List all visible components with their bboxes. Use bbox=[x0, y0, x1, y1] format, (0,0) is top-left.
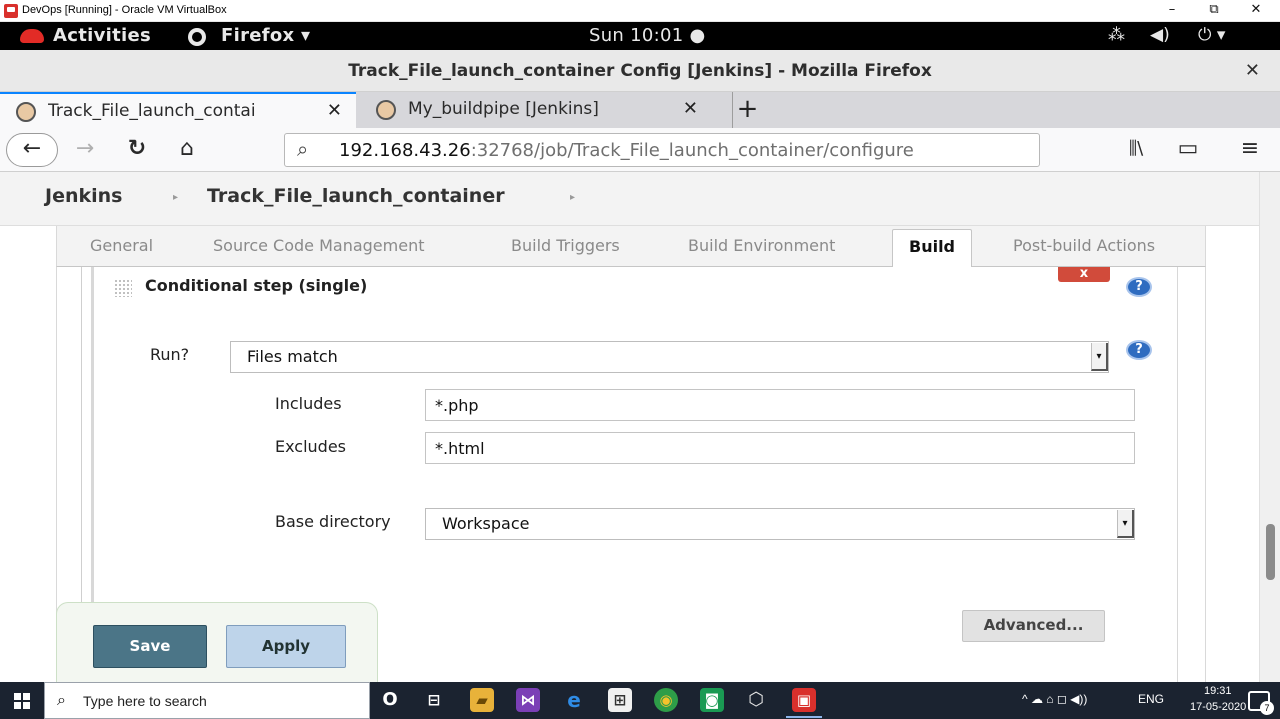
network-icon[interactable]: ⁂ bbox=[1108, 25, 1125, 45]
breadcrumb-separator-icon[interactable]: ▸ bbox=[173, 192, 178, 203]
excludes-label: Excludes bbox=[275, 437, 347, 456]
file-explorer-icon[interactable]: ▰ bbox=[470, 688, 494, 712]
virtualbox-titlebar: DevOps [Running] - Oracle VM VirtualBox … bbox=[0, 0, 1280, 22]
library-icon[interactable]: ⫼\ bbox=[1120, 134, 1152, 164]
firefox-titlebar: Track_File_launch_container Config [Jenk… bbox=[0, 50, 1280, 92]
new-tab-button[interactable]: + bbox=[732, 92, 762, 128]
tab-general[interactable]: General bbox=[90, 236, 153, 255]
base-directory-select[interactable]: Workspace ▾ bbox=[425, 508, 1135, 540]
scrollbar-thumb[interactable] bbox=[1266, 524, 1275, 580]
tab-close-icon[interactable]: ✕ bbox=[683, 92, 698, 126]
drag-handle-icon[interactable] bbox=[114, 279, 132, 297]
tab-track-file-config[interactable]: Track_File_launch_contai ✕ bbox=[0, 92, 356, 128]
visual-studio-icon[interactable]: ⋈ bbox=[516, 688, 540, 712]
edge-icon[interactable]: e bbox=[562, 688, 586, 712]
tab-post-build-actions[interactable]: Post-build Actions bbox=[1013, 236, 1155, 255]
volume-icon[interactable]: ◀) bbox=[1150, 25, 1170, 45]
breadcrumb-separator-icon[interactable]: ▸ bbox=[570, 192, 575, 203]
tab-close-icon[interactable]: ✕ bbox=[327, 94, 342, 128]
minimize-button[interactable]: – bbox=[1152, 0, 1192, 22]
apply-button[interactable]: Apply bbox=[226, 625, 346, 668]
virtualbox-title: DevOps [Running] - Oracle VM VirtualBox bbox=[22, 4, 227, 16]
chrome-icon[interactable]: ◉ bbox=[654, 688, 678, 712]
firefox-window-title: Track_File_launch_container Config [Jenk… bbox=[348, 61, 932, 81]
tab-build-triggers[interactable]: Build Triggers bbox=[511, 236, 620, 255]
dropdown-arrow-icon: ▾ bbox=[1117, 510, 1134, 538]
devops-vm-icon[interactable]: ▣ bbox=[786, 688, 822, 718]
back-button[interactable]: ← bbox=[6, 133, 58, 167]
config-section-tabs: General Source Code Management Build Tri… bbox=[56, 226, 1206, 268]
url-bar[interactable]: ⌕ 192.168.43.26:32768/job/Track_File_lau… bbox=[284, 133, 1040, 167]
windows-logo-icon bbox=[14, 693, 30, 709]
base-directory-label: Base directory bbox=[275, 512, 391, 531]
tab-label: Track_File_launch_contai bbox=[48, 101, 256, 121]
tray-icons[interactable]: ^ ☁ ⌂ ◻ ◀)) bbox=[1022, 692, 1087, 706]
breadcrumb-jenkins[interactable]: Jenkins bbox=[45, 185, 122, 207]
taskbar-search-placeholder: Type here to search bbox=[83, 693, 207, 709]
help-icon[interactable]: ? bbox=[1126, 277, 1152, 297]
delete-step-button[interactable]: x bbox=[1058, 267, 1110, 282]
step-title: Conditional step (single) bbox=[145, 276, 368, 295]
breadcrumb-job[interactable]: Track_File_launch_container bbox=[207, 185, 505, 207]
search-icon: ⌕ bbox=[297, 137, 309, 161]
run-condition-select[interactable]: Files match ▾ bbox=[230, 341, 1109, 373]
windows-taskbar: ⌕ Type here to search O ⊟ ▰ ⋈ e ⊞ ◉ ◙ ⬡ … bbox=[0, 682, 1280, 719]
notification-count: 7 bbox=[1260, 701, 1274, 715]
jenkins-favicon-icon bbox=[376, 100, 396, 120]
tab-build[interactable]: Build bbox=[892, 229, 973, 268]
firefox-app-icon bbox=[188, 28, 206, 46]
tab-source-code-management[interactable]: Source Code Management bbox=[213, 236, 424, 255]
sidebar-icon[interactable]: ▭ bbox=[1172, 134, 1204, 164]
url-text[interactable]: 192.168.43.26:32768/job/Track_File_launc… bbox=[339, 140, 914, 161]
help-icon[interactable]: ? bbox=[1126, 340, 1152, 360]
taskbar-search-box[interactable]: ⌕ Type here to search bbox=[44, 682, 370, 719]
search-icon: ⌕ bbox=[57, 690, 66, 709]
tab-label: My_buildpipe [Jenkins] bbox=[408, 99, 599, 119]
gnome-top-bar: Activities Firefox ▾ Sun 10:01 ● ⁂ ◀) ⏻ … bbox=[0, 22, 1280, 50]
tab-my-buildpipe[interactable]: My_buildpipe [Jenkins] ✕ bbox=[360, 92, 720, 128]
taskbar-clock-time[interactable]: 19:31 bbox=[1204, 685, 1232, 697]
jenkins-favicon-icon bbox=[16, 102, 36, 122]
navigation-toolbar: ← → ↻ ⌂ ⌕ 192.168.43.26:32768/job/Track_… bbox=[0, 128, 1280, 172]
system-tray: ^ ☁ ⌂ ◻ ◀)) ENG 19:31 17-05-2020 7 bbox=[1020, 682, 1280, 719]
virtualbox-icon bbox=[4, 4, 18, 18]
firefox-close-icon[interactable]: ✕ bbox=[1245, 60, 1260, 81]
breadcrumb: Jenkins ▸ Track_File_launch_container ▸ bbox=[0, 172, 1259, 226]
tab-build-environment[interactable]: Build Environment bbox=[688, 236, 835, 255]
page-scrollbar[interactable] bbox=[1259, 172, 1280, 682]
virtualbox-taskbar-icon[interactable]: ⬡ bbox=[744, 688, 768, 712]
home-button[interactable]: ⌂ bbox=[172, 134, 202, 164]
run-label: Run? bbox=[150, 345, 190, 364]
includes-field[interactable] bbox=[425, 389, 1135, 421]
dropdown-arrow-icon: ▾ bbox=[1091, 343, 1108, 371]
tab-strip: Track_File_launch_contai ✕ My_buildpipe … bbox=[0, 92, 1280, 128]
form-actions-bar: Save Apply bbox=[56, 602, 378, 682]
gnome-clock[interactable]: Sun 10:01 ● bbox=[589, 25, 706, 46]
app-menu-button[interactable]: Firefox ▾ bbox=[221, 25, 310, 46]
store-icon[interactable]: ⊞ bbox=[608, 688, 632, 712]
taskbar-clock-date[interactable]: 17-05-2020 bbox=[1190, 701, 1246, 713]
includes-label: Includes bbox=[275, 394, 342, 413]
redhat-logo-icon bbox=[20, 29, 44, 43]
language-indicator[interactable]: ENG bbox=[1138, 692, 1164, 706]
forward-button[interactable]: → bbox=[70, 134, 100, 164]
task-view-icon[interactable]: ⊟ bbox=[422, 688, 446, 712]
whatsapp-icon[interactable]: ◙ bbox=[700, 688, 724, 712]
url-path: :32768/job/Track_File_launch_container/c… bbox=[470, 140, 914, 161]
save-button[interactable]: Save bbox=[93, 625, 207, 668]
restore-button[interactable]: ⧉ bbox=[1194, 0, 1234, 22]
notification-center-icon[interactable]: 7 bbox=[1248, 691, 1274, 715]
run-condition-value: Files match bbox=[247, 347, 338, 366]
url-host: 192.168.43.26 bbox=[339, 140, 471, 161]
base-directory-value: Workspace bbox=[442, 514, 530, 533]
reload-button[interactable]: ↻ bbox=[122, 134, 152, 164]
start-button[interactable] bbox=[0, 682, 44, 719]
cortana-icon[interactable]: O bbox=[378, 688, 402, 712]
hamburger-menu-icon[interactable]: ≡ bbox=[1234, 134, 1266, 164]
activities-button[interactable]: Activities bbox=[53, 25, 151, 46]
window-close-button[interactable]: ✕ bbox=[1236, 0, 1276, 22]
excludes-field[interactable] bbox=[425, 432, 1135, 464]
power-menu-icon[interactable]: ⏻ ▾ bbox=[1198, 25, 1225, 45]
advanced-button[interactable]: Advanced... bbox=[962, 610, 1105, 642]
